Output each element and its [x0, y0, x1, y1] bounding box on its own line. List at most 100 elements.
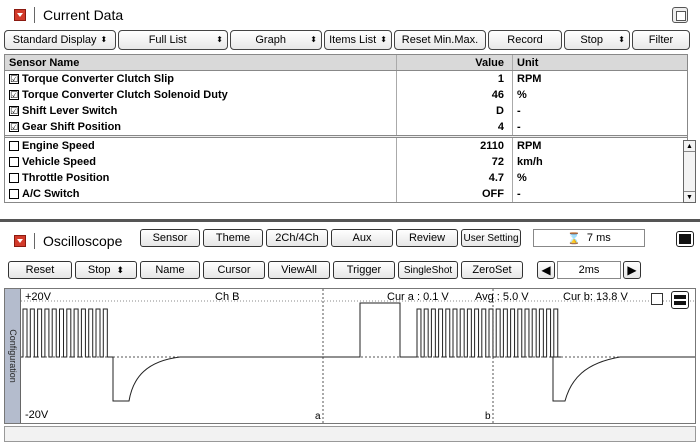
prev-timebase-icon[interactable]: ◀	[537, 261, 555, 279]
table-row[interactable]: A/C Switch OFF -	[5, 186, 687, 202]
stop-select[interactable]: Stop ⬍	[564, 30, 630, 50]
sensor-name: Torque Converter Clutch Solenoid Duty	[22, 89, 228, 101]
sensor-value: 46	[397, 87, 513, 103]
sensor-unit: %	[517, 172, 527, 184]
title-separator	[34, 7, 35, 23]
checkbox[interactable]: ☑	[9, 74, 19, 84]
cursor-button[interactable]: Cursor	[203, 261, 265, 279]
checkbox[interactable]	[9, 157, 19, 167]
sensor-name: Engine Speed	[22, 140, 95, 152]
zeroset-button[interactable]: ZeroSet	[461, 261, 523, 279]
channel-mode-button[interactable]: 2Ch/4Ch	[266, 229, 328, 247]
review-button[interactable]: Review	[396, 229, 458, 247]
cursor-b-readout: Cur b: 13.8 V	[563, 291, 628, 303]
table-row[interactable]: Throttle Position 4.7 %	[5, 170, 687, 186]
next-timebase-icon[interactable]: ▶	[623, 261, 641, 279]
checkbox[interactable]: ☑	[9, 106, 19, 116]
table-scrollbar[interactable]: ▲ ▼	[683, 140, 696, 203]
standard-display-select[interactable]: Standard Display ⬍	[4, 30, 116, 50]
sensor-unit: -	[517, 105, 521, 117]
viewall-button[interactable]: ViewAll	[268, 261, 330, 279]
sensor-name: Gear Shift Position	[22, 121, 122, 133]
average-readout: Avg : 5.0 V	[475, 291, 529, 303]
reset-minmax-button[interactable]: Reset Min.Max.	[394, 30, 486, 50]
window-maximize-icon[interactable]	[676, 231, 694, 247]
sensor-unit: -	[517, 188, 521, 200]
table-row[interactable]: Vehicle Speed 72 km/h	[5, 154, 687, 170]
graph-select[interactable]: Graph ⬍	[230, 30, 322, 50]
full-list-select[interactable]: Full List ⬍	[118, 30, 228, 50]
checkbox[interactable]	[9, 173, 19, 183]
spinner-icon: ⬍	[380, 35, 387, 44]
sensor-value: 4.7	[397, 170, 513, 186]
table-row[interactable]: ☑ Shift Lever Switch D -	[5, 103, 687, 119]
current-data-title: Current Data	[43, 7, 124, 23]
scale-bottom-label: -20V	[25, 409, 49, 421]
sensor-button[interactable]: Sensor	[140, 229, 200, 247]
channel-checkbox[interactable]	[651, 293, 663, 305]
waveform-canvas[interactable]	[5, 289, 697, 425]
marker-a: a	[315, 411, 321, 422]
stop-select[interactable]: Stop ⬍	[75, 261, 137, 279]
sensor-unit: RPM	[517, 73, 542, 85]
checkbox[interactable]: ☑	[9, 90, 19, 100]
theme-button[interactable]: Theme	[203, 229, 263, 247]
header-value[interactable]: Value	[397, 55, 513, 70]
record-button[interactable]: Record	[488, 30, 562, 50]
table-row[interactable]: ☑ Torque Converter Clutch Slip 1 RPM	[5, 71, 687, 87]
header-unit[interactable]: Unit	[513, 55, 673, 70]
header-sensor-name[interactable]: Sensor Name	[5, 55, 397, 70]
sensor-unit: km/h	[517, 156, 543, 168]
items-list-select[interactable]: Items List ⬍	[324, 30, 392, 50]
oscilloscope-title: Oscilloscope	[43, 233, 123, 249]
sensor-name: Throttle Position	[22, 172, 110, 184]
sensor-unit: %	[517, 89, 527, 101]
reset-button[interactable]: Reset	[8, 261, 72, 279]
channel-label: Ch B	[215, 291, 240, 303]
marker-b: b	[485, 411, 491, 422]
panel-divider[interactable]	[0, 219, 700, 222]
sensor-value: OFF	[397, 186, 513, 202]
horizontal-scrollbar[interactable]	[4, 426, 696, 442]
sensor-unit: RPM	[517, 140, 542, 152]
collapse-icon[interactable]	[14, 235, 26, 247]
table-row[interactable]: ☑ Gear Shift Position 4 -	[5, 119, 687, 135]
cursor-a-readout: Cur a : 0.1 V	[387, 291, 449, 303]
user-setting-button[interactable]: User Setting	[461, 229, 521, 247]
checkbox[interactable]: ☑	[9, 122, 19, 132]
scroll-up-icon[interactable]: ▲	[684, 141, 695, 152]
sensor-name: A/C Switch	[22, 188, 80, 200]
current-data-toolbar: Standard Display ⬍ Full List ⬍ Graph ⬍ Item…	[4, 30, 690, 50]
checkbox[interactable]	[9, 141, 19, 151]
scale-top-label: +20V	[25, 291, 51, 303]
scroll-down-icon[interactable]: ▼	[684, 191, 695, 202]
spinner-icon: ⬍	[310, 35, 317, 44]
title-separator	[34, 233, 35, 249]
spinner-icon: ⬍	[100, 35, 108, 44]
singleshot-button[interactable]: SingleShot	[398, 261, 458, 279]
filter-button[interactable]: Filter	[632, 30, 690, 50]
scope-layout-icon[interactable]	[671, 291, 689, 309]
sensor-table: Sensor Name Value Unit ☑ Torque Converter…	[4, 54, 688, 203]
trigger-button[interactable]: Trigger	[333, 261, 395, 279]
aux-button[interactable]: Aux	[331, 229, 393, 247]
name-button[interactable]: Name	[140, 261, 200, 279]
spinner-icon: ⬍	[216, 35, 223, 44]
sensor-name: Vehicle Speed	[22, 156, 96, 168]
collapse-icon[interactable]	[14, 9, 26, 21]
hourglass-icon: ⌛	[567, 232, 581, 245]
table-row[interactable]: ☑ Torque Converter Clutch Solenoid Duty 4…	[5, 87, 687, 103]
timebase-value: 2ms	[557, 261, 621, 279]
channel-b-waveform	[21, 302, 695, 402]
sensor-name: Torque Converter Clutch Slip	[22, 73, 174, 85]
sensor-value: 1	[397, 71, 513, 87]
sensor-value: 2110	[397, 138, 513, 154]
scope-display[interactable]: Configuration +20V -20V Ch B Cur a : 0.1…	[4, 288, 697, 425]
spinner-icon: ⬍	[618, 35, 625, 44]
sensor-name: Shift Lever Switch	[22, 105, 118, 117]
sensor-value: 72	[397, 154, 513, 170]
table-row[interactable]: Engine Speed 2110 RPM	[5, 138, 687, 154]
sensor-value: 4	[397, 119, 513, 135]
window-restore-icon[interactable]	[672, 7, 688, 23]
checkbox[interactable]	[9, 189, 19, 199]
